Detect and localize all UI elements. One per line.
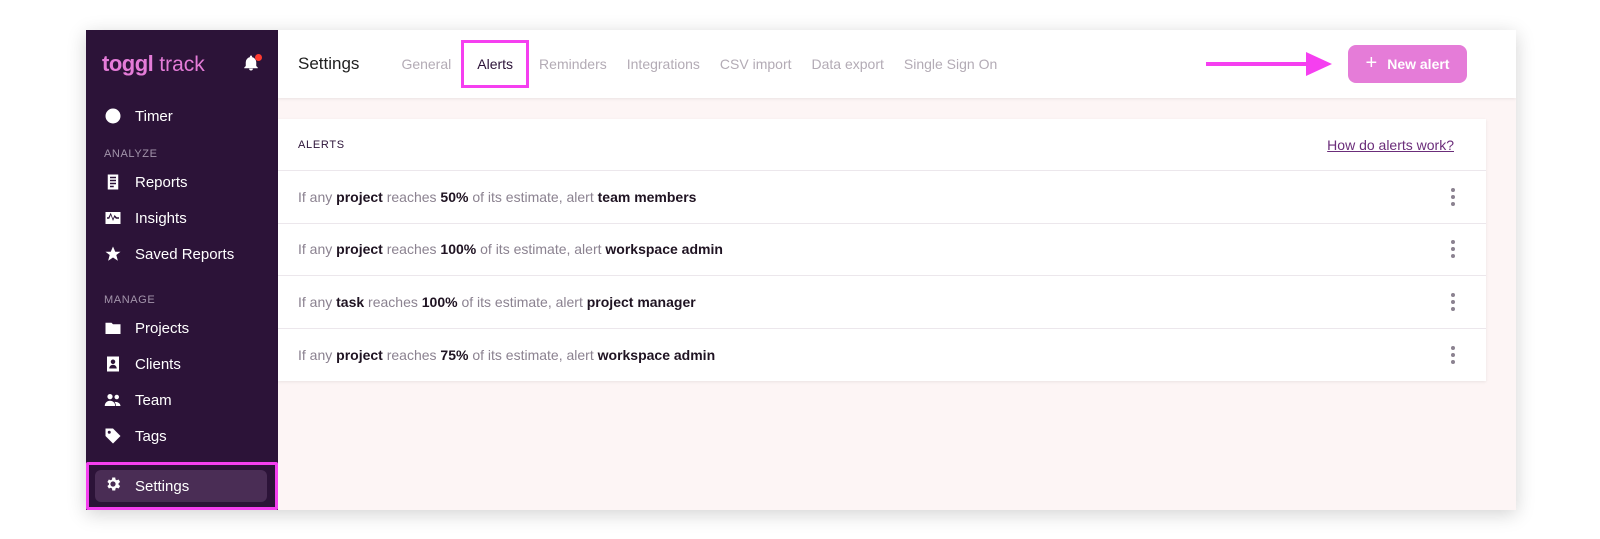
star-icon (104, 245, 122, 263)
alerts-card: ALERTS How do alerts work? If any projec… (278, 119, 1486, 381)
sidebar-item-timer[interactable]: Timer (86, 98, 278, 134)
tab-reminders[interactable]: Reminders (529, 42, 617, 86)
sidebar-item-label: Clients (135, 355, 181, 373)
logo-suffix: track (159, 53, 205, 76)
sidebar: toggl track Timer ANALYZE Reports Insigh… (86, 30, 278, 510)
how-alerts-work-link[interactable]: How do alerts work? (1327, 137, 1454, 153)
sidebar-item-label: Settings (135, 477, 190, 495)
sidebar-item-label: Team (135, 391, 172, 409)
sidebar-item-saved-reports[interactable]: Saved Reports (86, 236, 278, 272)
logo-word: toggl (102, 51, 154, 76)
section-label-manage: MANAGE (104, 294, 156, 306)
team-icon (104, 391, 122, 409)
gear-icon (104, 475, 122, 497)
kebab-menu-icon[interactable] (1450, 187, 1456, 206)
sidebar-item-tags[interactable]: Tags (86, 418, 278, 454)
sidebar-item-label: Reports (135, 173, 188, 191)
clock-icon (104, 107, 122, 125)
kebab-menu-icon[interactable] (1450, 292, 1456, 311)
alert-row[interactable]: If any project reaches 75% of its estima… (278, 329, 1486, 382)
alert-rule-text: If any project reaches 100% of its estim… (298, 241, 723, 258)
sidebar-item-label: Saved Reports (135, 245, 235, 263)
sidebar-item-settings[interactable]: Settings (95, 470, 267, 502)
sidebar-item-reports[interactable]: Reports (86, 164, 278, 200)
sidebar-item-insights[interactable]: Insights (86, 200, 278, 236)
plus-icon: + (1365, 52, 1378, 74)
sidebar-item-label: Projects (135, 319, 190, 337)
toggl-track-logo[interactable]: toggl track (102, 51, 205, 77)
tab-integrations[interactable]: Integrations (617, 42, 710, 86)
alert-row[interactable]: If any project reaches 50% of its estima… (278, 171, 1486, 224)
tag-icon (104, 427, 122, 445)
page-title: Settings (298, 54, 360, 73)
tab-single-sign-on[interactable]: Single Sign On (894, 42, 1007, 86)
notification-dot (255, 54, 262, 61)
tab-data-export[interactable]: Data export (802, 42, 894, 86)
tab-csv-import[interactable]: CSV import (710, 42, 802, 86)
alerts-card-header: ALERTS How do alerts work? (278, 119, 1486, 171)
client-icon (104, 355, 122, 373)
sidebar-item-projects[interactable]: Projects (86, 310, 278, 346)
kebab-menu-icon[interactable] (1450, 240, 1456, 259)
settings-tabs: General Alerts Reminders Integrations CS… (391, 40, 1007, 88)
kebab-menu-icon[interactable] (1450, 345, 1456, 364)
sidebar-header: toggl track (86, 30, 278, 98)
alerts-heading: ALERTS (298, 138, 345, 151)
alert-rule-text: If any project reaches 50% of its estima… (298, 188, 697, 205)
app-window: toggl track Timer ANALYZE Reports Insigh… (86, 30, 1516, 510)
main-content: Settings General Alerts Reminders Integr… (278, 30, 1516, 510)
pointer-arrow-icon (1206, 52, 1332, 76)
new-alert-button[interactable]: + New alert (1348, 45, 1467, 83)
tab-alerts[interactable]: Alerts (461, 40, 530, 88)
insights-icon (104, 209, 122, 227)
alert-row[interactable]: If any project reaches 100% of its estim… (278, 224, 1486, 276)
new-alert-label: New alert (1387, 56, 1450, 72)
sidebar-item-label: Tags (135, 427, 167, 445)
folder-icon (104, 319, 122, 337)
tab-general[interactable]: General (391, 42, 461, 86)
sidebar-item-team[interactable]: Team (86, 382, 278, 418)
alert-rule-text: If any project reaches 75% of its estima… (298, 346, 716, 363)
notification-bell-icon[interactable] (242, 54, 262, 74)
settings-topbar: Settings General Alerts Reminders Integr… (278, 30, 1516, 98)
report-icon (104, 173, 122, 191)
alert-row[interactable]: If any task reaches 100% of its estimate… (278, 276, 1486, 329)
sidebar-item-clients[interactable]: Clients (86, 346, 278, 382)
sidebar-item-label: Insights (135, 209, 187, 227)
section-label-analyze: ANALYZE (104, 148, 158, 160)
sidebar-item-label: Timer (135, 107, 173, 125)
alert-rule-text: If any task reaches 100% of its estimate… (298, 293, 696, 310)
